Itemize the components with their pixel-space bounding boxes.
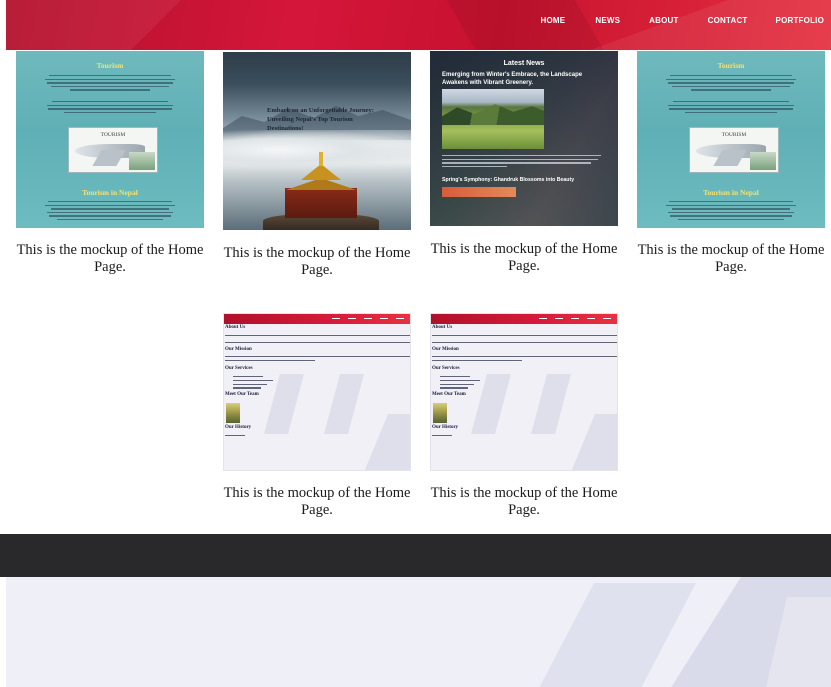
- card-caption: This is the mockup of the Home Page.: [223, 245, 411, 278]
- mockup-text-lines: [665, 75, 797, 93]
- card-caption: This is the mockup of the Home Page.: [430, 485, 618, 518]
- decorative-shape: [526, 583, 696, 687]
- news-title: Latest News: [503, 60, 545, 67]
- mockup-subtitle: Tourism in Nepal: [703, 188, 759, 197]
- nav-link-portfolio[interactable]: PORTFOLIO: [776, 16, 824, 25]
- main-nav: HOME NEWS ABOUT CONTACT PORTFOLIO: [541, 16, 824, 25]
- heading-history: Our History: [432, 425, 459, 430]
- mockup-navbar: [431, 314, 617, 324]
- card-caption: This is the mockup of the Home Page.: [223, 485, 411, 518]
- heading-history: Our History: [225, 425, 252, 430]
- top-navigation-bar: HOME NEWS ABOUT CONTACT PORTFOLIO: [6, 0, 831, 50]
- mockup-tourism-banner: TOURISM: [689, 127, 779, 173]
- mockup-subtitle: Tourism in Nepal: [82, 188, 138, 197]
- card-caption: This is the mockup of the Home Page.: [16, 242, 204, 275]
- banner-label: TOURISM: [100, 132, 126, 138]
- mockup-title: Tourism: [717, 61, 745, 70]
- temple-building: [285, 188, 357, 218]
- news-text-lines: [442, 155, 604, 170]
- heading-team: Meet Our Team: [225, 392, 259, 397]
- team-photo: [226, 403, 240, 423]
- news-photo-blossoms: [442, 187, 516, 197]
- team-photo: [433, 403, 447, 423]
- nav-link-news[interactable]: NEWS: [595, 16, 620, 25]
- mockup-tourism-banner: TOURISM: [68, 127, 158, 173]
- mockup-image-tourism[interactable]: Tourism TOURISM Tourism in Nepal: [16, 51, 204, 228]
- mockup-tagline: Embark on an Unforgettable Journey: Unve…: [267, 107, 374, 132]
- mockup-text-lines: [665, 101, 797, 115]
- mockup-title: Tourism: [96, 61, 124, 70]
- bottom-section: [6, 577, 831, 687]
- nav-link-about[interactable]: ABOUT: [649, 16, 678, 25]
- news-headline: Emerging from Winter's Embrace, the Land…: [442, 72, 583, 86]
- mockup-image-tourism[interactable]: Tourism TOURISM Tourism in Nepal: [637, 51, 825, 228]
- heading-mission: Our Mission: [432, 347, 459, 352]
- mockup-image-monastery[interactable]: Embark on an Unforgettable Journey: Unve…: [223, 52, 411, 230]
- nav-link-home[interactable]: HOME: [541, 16, 566, 25]
- card-caption: This is the mockup of the Home Page.: [430, 241, 618, 274]
- mockup-image-about[interactable]: About Us Our Mission Our Services Meet O…: [223, 313, 411, 471]
- banner-label: TOURISM: [721, 132, 747, 138]
- news-subheadline: Spring's Symphony: Ghandruk Blossoms int…: [442, 177, 575, 183]
- news-photo-terraces: [442, 89, 544, 149]
- landscape-icon: [750, 152, 776, 170]
- mockup-image-news[interactable]: Latest News Emerging from Winter's Embra…: [430, 51, 618, 226]
- temple-spire: [319, 152, 323, 166]
- heading-services: Our Services: [432, 366, 460, 371]
- heading-team: Meet Our Team: [432, 392, 466, 397]
- cloud-layer: [223, 130, 411, 170]
- mockup-image-about[interactable]: About Us Our Mission Our Services Meet O…: [430, 313, 618, 471]
- footer-dark-band: [0, 534, 831, 577]
- nav-link-contact[interactable]: CONTACT: [708, 16, 748, 25]
- heading-services: Our Services: [225, 366, 253, 371]
- landscape-icon: [129, 152, 155, 170]
- heading-mission: Our Mission: [225, 347, 252, 352]
- mockup-text-lines: [665, 201, 797, 222]
- mockup-navbar: [224, 314, 410, 324]
- heading-about: About Us: [225, 325, 246, 330]
- mockup-text-lines: [44, 75, 176, 93]
- heading-about: About Us: [432, 325, 453, 330]
- card-caption: This is the mockup of the Home Page.: [637, 242, 825, 275]
- mockup-text-lines: [44, 201, 176, 222]
- mockup-text-lines: [44, 101, 176, 115]
